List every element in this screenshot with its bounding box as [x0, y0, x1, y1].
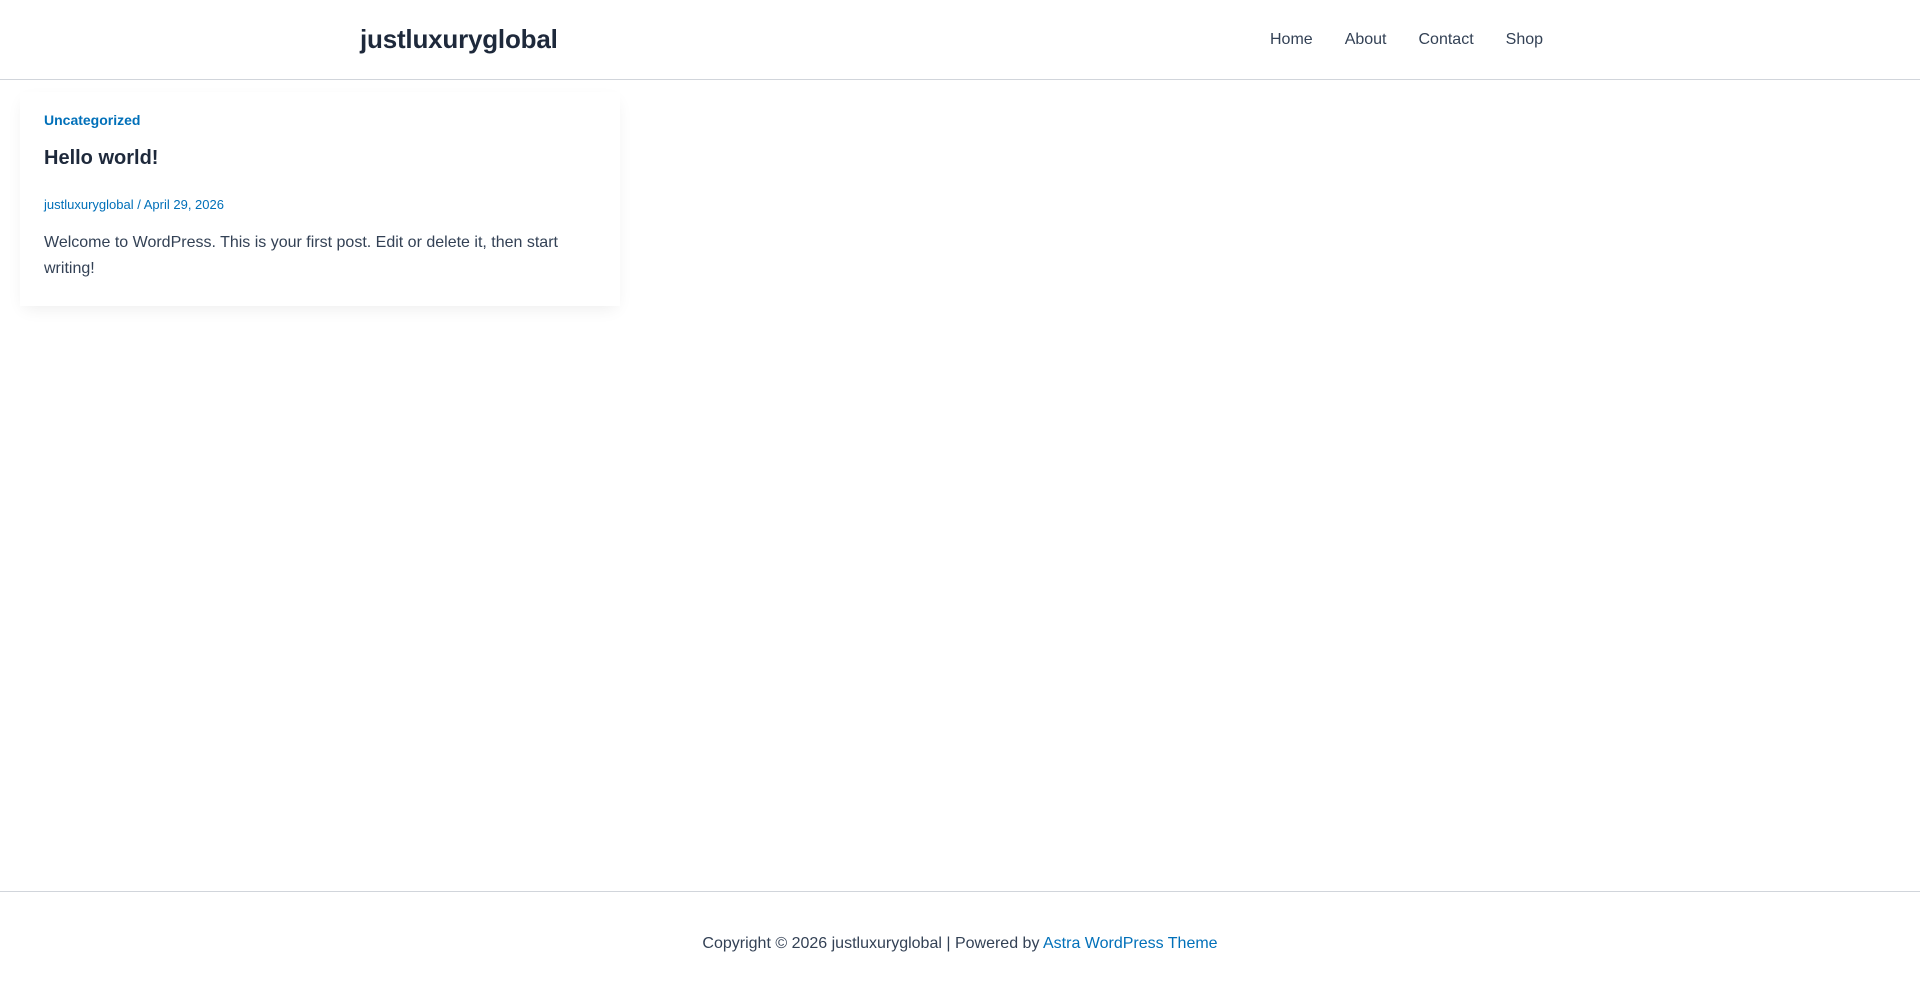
post-meta: justluxuryglobal / April 29, 2026	[44, 196, 224, 214]
post-category-link[interactable]: Uncategorized	[44, 110, 140, 130]
copyright-text: Copyright © 2026 justluxuryglobal | Powe…	[702, 935, 1043, 952]
nav-item-contact[interactable]: Contact	[1403, 28, 1490, 52]
post-excerpt: Welcome to WordPress. This is your first…	[44, 234, 558, 277]
post-card: Uncategorized Hello world! justluxuryglo…	[20, 92, 620, 306]
meta-separator: /	[133, 197, 144, 212]
main-nav: Home About Contact Shop	[1254, 28, 1559, 52]
post-date: April 29, 2026	[143, 197, 224, 212]
site-title[interactable]: justluxuryglobal	[360, 23, 558, 55]
nav-item-shop[interactable]: Shop	[1490, 28, 1559, 52]
site-header: justluxuryglobal Home About Contact Shop	[0, 0, 1920, 80]
post-author-link[interactable]: justluxuryglobal	[44, 197, 134, 212]
nav-item-about[interactable]: About	[1329, 28, 1403, 52]
footer-copyright: Copyright © 2026 justluxuryglobal | Powe…	[0, 932, 1920, 956]
site-footer: Copyright © 2026 justluxuryglobal | Powe…	[0, 891, 1920, 993]
post-title[interactable]: Hello world!	[44, 144, 158, 172]
theme-link[interactable]: Astra WordPress Theme	[1043, 935, 1218, 952]
nav-item-home[interactable]: Home	[1254, 28, 1329, 52]
